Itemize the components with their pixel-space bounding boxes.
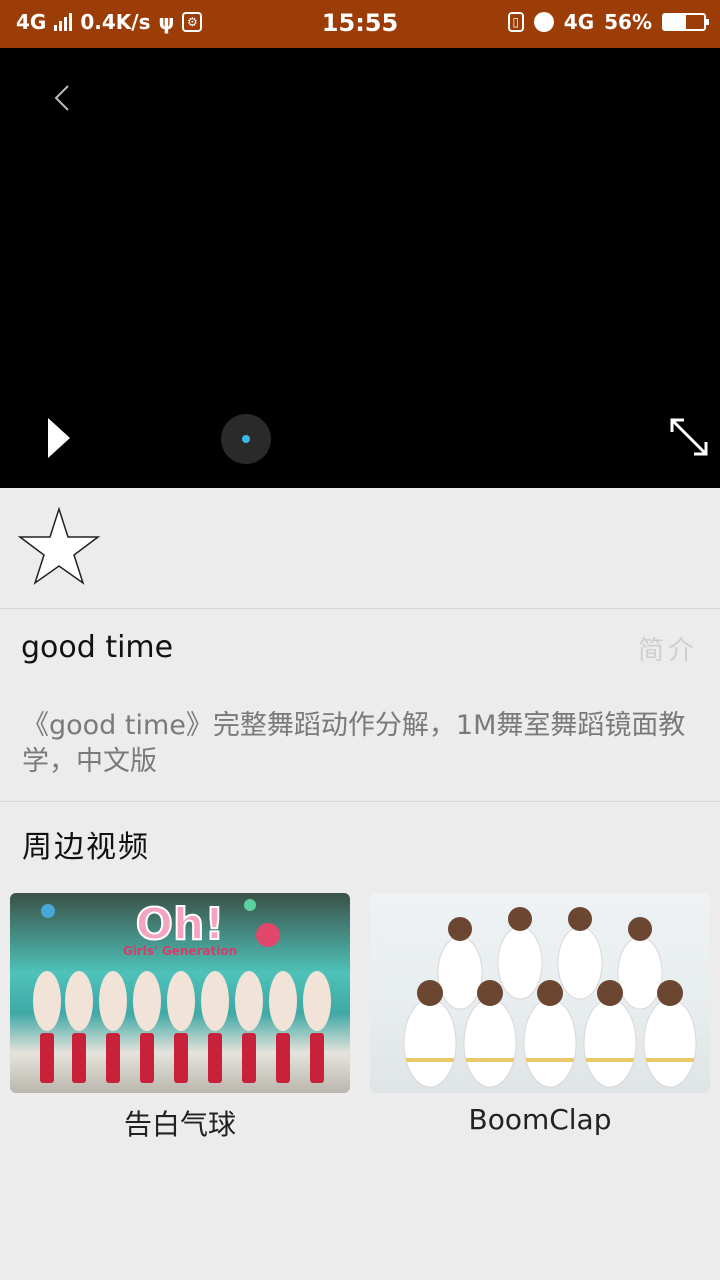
video-title: good time — [21, 630, 174, 665]
intro-tab[interactable]: 简介 — [638, 630, 698, 667]
thumbnail-logo-text: Oh! — [136, 899, 225, 950]
star-outline-icon — [17, 506, 101, 585]
seek-thumb[interactable] — [221, 414, 271, 464]
fullscreen-icon — [670, 418, 708, 456]
related-video-card[interactable]: Oh! Girls' Generation 告白气球 — [10, 893, 350, 1143]
back-chevron-icon — [54, 85, 69, 111]
battery-percent: 56% — [604, 10, 652, 34]
divider — [0, 801, 720, 802]
related-video-card[interactable]: BoomClap — [370, 893, 710, 1136]
video-player[interactable] — [0, 48, 720, 488]
favorite-button[interactable] — [17, 506, 101, 586]
battery-icon — [662, 13, 709, 31]
status-right: ▯ 4G 56% — [507, 10, 709, 34]
status-bar: 4G 0.4K/s ψ ⚙ 15:55 ▯ 4G 56% — [0, 0, 720, 48]
play-button[interactable] — [44, 416, 74, 460]
play-icon — [48, 418, 70, 458]
network-type-right: 4G — [563, 10, 595, 34]
back-button[interactable] — [44, 78, 84, 118]
fullscreen-button[interactable] — [666, 414, 712, 460]
related-heading: 周边视频 — [22, 830, 150, 865]
vibrate-icon: ▯ — [507, 12, 524, 32]
favorite-row — [0, 488, 720, 609]
thumbnail-art: Oh! Girls' Generation — [33, 898, 331, 1083]
video-description: 《good time》完整舞蹈动作分解，1M舞室舞蹈镜面教学，中文版 — [22, 710, 686, 777]
related-video-title: 告白气球 — [123, 1108, 236, 1141]
thumbnail-art — [403, 907, 697, 1088]
video-thumbnail[interactable]: Oh! Girls' Generation — [10, 893, 350, 1093]
thumbnail-logo-subtext: Girls' Generation — [123, 944, 237, 958]
video-thumbnail[interactable] — [370, 893, 710, 1093]
related-video-title: BoomClap — [468, 1103, 612, 1136]
alarm-icon — [533, 12, 554, 32]
